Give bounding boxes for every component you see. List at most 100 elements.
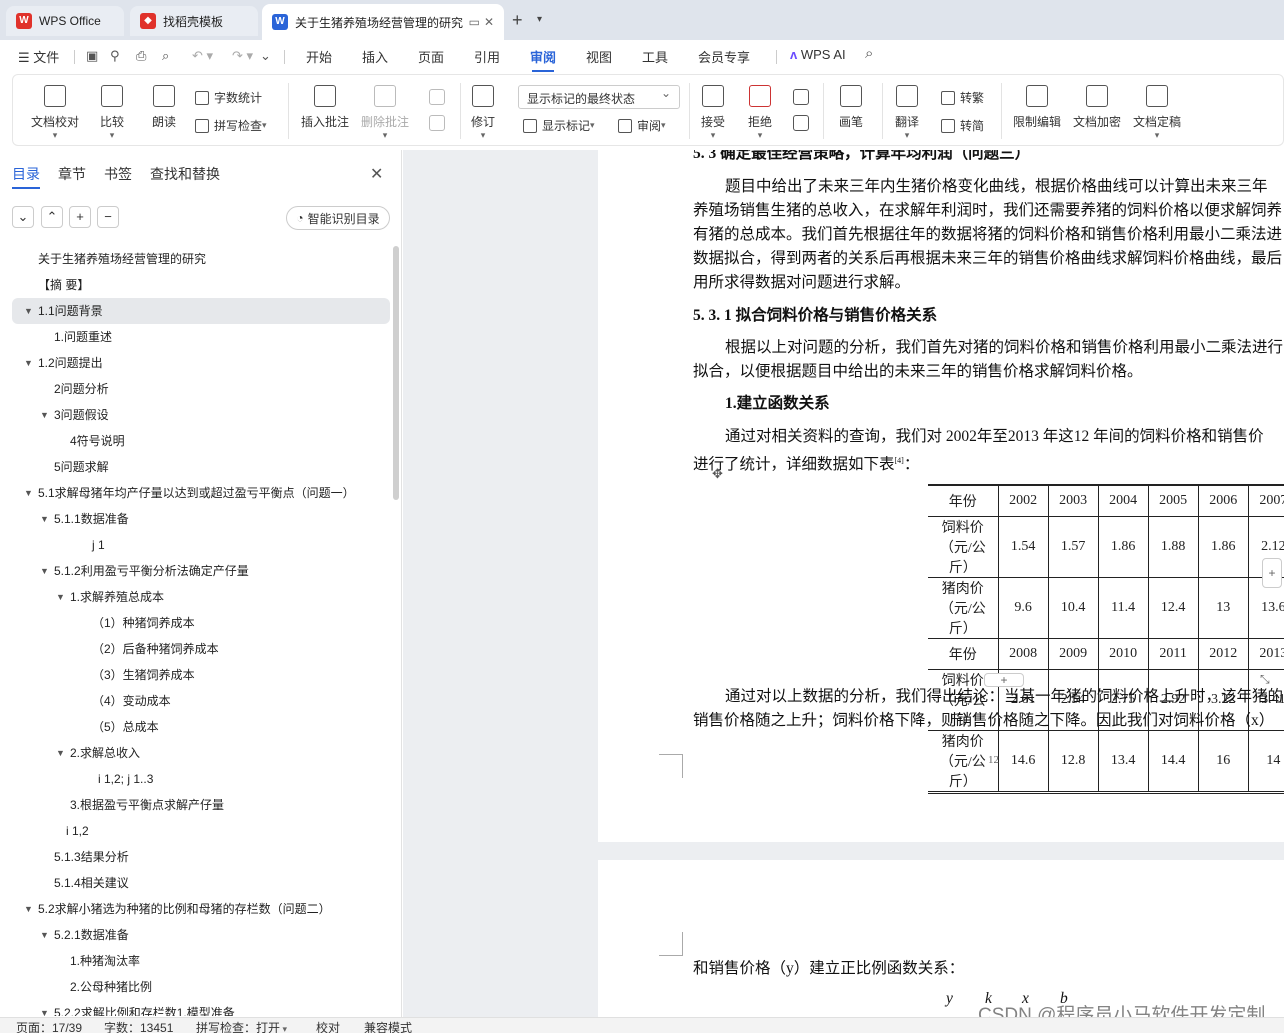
toc-item[interactable]: ▼ 5.2.2求解比例和存栏数1.模型准备	[0, 1000, 390, 1016]
expand-arrow-icon[interactable]: ▼	[56, 584, 65, 610]
row-header-cell[interactable]: 年份	[928, 484, 999, 517]
menu-start[interactable]: 开始	[306, 47, 332, 66]
word-count-button[interactable]: 字数统计	[195, 89, 262, 106]
smart-toc-button[interactable]: ◔ 智能识别目录	[286, 206, 390, 230]
toc-item[interactable]: i 1,2; j 1..3	[0, 766, 390, 792]
expand-arrow-icon[interactable]: ▼	[40, 558, 49, 584]
spell-check-status[interactable]: 拼写检查：打开	[196, 1019, 287, 1033]
menu-page[interactable]: 页面	[418, 47, 444, 66]
delete-comment-button[interactable]: 删除批注	[361, 85, 409, 141]
menu-references[interactable]: 引用	[474, 47, 500, 66]
share-icon[interactable]: ⚲	[110, 48, 120, 64]
table-cell[interactable]: 2002	[997, 484, 1049, 517]
spell-check-button[interactable]: 拼写检查	[195, 117, 267, 134]
read-aloud-button[interactable]: 朗读	[152, 85, 176, 130]
table-move-icon[interactable]: ✥	[712, 466, 723, 482]
expand-arrow-icon[interactable]: ▼	[56, 740, 65, 766]
show-markup-button[interactable]: 显示标记	[523, 117, 595, 134]
table-cell[interactable]: 12.8	[1047, 729, 1099, 793]
table-cell[interactable]: 13.4	[1097, 729, 1149, 793]
toc-item[interactable]: j 1	[0, 532, 390, 558]
review-pane-button[interactable]: 审阅	[618, 117, 666, 134]
word-count-status[interactable]: 字数：13451	[104, 1019, 173, 1033]
table-cell[interactable]: 2012	[1197, 637, 1249, 670]
track-changes-button[interactable]: 修订	[471, 85, 495, 141]
toc-item[interactable]: 5问题求解	[0, 454, 390, 480]
toc-item[interactable]: ▼ 5.2求解小猪选为种猪的比例和母猪的存栏数（问题二）	[0, 896, 390, 922]
add-column-icon[interactable]: +	[1262, 558, 1282, 588]
table-cell[interactable]: 2005	[1147, 484, 1199, 517]
citation[interactable]: [4]	[895, 456, 904, 465]
wps-ai-button[interactable]: ᴧ WPS AI	[790, 47, 846, 62]
remove-level-button[interactable]: −	[97, 206, 119, 228]
prev-comment-button[interactable]	[429, 89, 445, 111]
prev-change-button[interactable]	[793, 89, 809, 111]
menu-tools[interactable]: 工具	[642, 47, 668, 66]
tab-docer[interactable]: ◆ 找稻壳模板	[130, 6, 258, 36]
expand-arrow-icon[interactable]: ▼	[24, 298, 33, 324]
toc-item[interactable]: （1）种猪饲养成本	[0, 610, 390, 636]
finalize-button[interactable]: 文档定稿	[1133, 85, 1181, 141]
toc-item[interactable]: ▼ 3问题假设	[0, 402, 390, 428]
toc-item[interactable]: 5.1.4相关建议	[0, 870, 390, 896]
add-level-button[interactable]: +	[69, 206, 91, 228]
doc-check-button[interactable]: 文档校对	[31, 85, 79, 141]
toc-item[interactable]: ▼ 5.2.1数据准备	[0, 922, 390, 948]
toc-item[interactable]: 4符号说明	[0, 428, 390, 454]
toc-item[interactable]: （3）生猪饲养成本	[0, 662, 390, 688]
table-cell[interactable]: 2006	[1197, 484, 1249, 517]
table-cell[interactable]: 13	[1197, 576, 1249, 639]
toc-item[interactable]: （4）变动成本	[0, 688, 390, 714]
accept-button[interactable]: 接受	[701, 85, 725, 141]
insert-comment-button[interactable]: 插入批注	[301, 85, 349, 130]
toc-item[interactable]: ▼ 1.2问题提出	[0, 350, 390, 376]
expand-arrow-icon[interactable]: ▼	[24, 350, 33, 376]
tab-wps-office[interactable]: W WPS Office	[6, 6, 124, 36]
print-icon[interactable]: ⎙	[136, 48, 146, 64]
expand-arrow-icon[interactable]: ▼	[24, 480, 33, 506]
toc-item[interactable]: 关于生猪养殖场经营管理的研究	[0, 246, 390, 272]
proofread-status[interactable]: 校对	[316, 1019, 340, 1033]
toc-item[interactable]: 1.问题重述	[0, 324, 390, 350]
row-header-cell[interactable]: 饲料价（元/公斤）	[928, 515, 999, 578]
menu-review[interactable]: 审阅	[530, 47, 556, 72]
menu-view[interactable]: 视图	[586, 47, 612, 66]
table-cell[interactable]: 1.86	[1197, 515, 1249, 578]
redo-icon[interactable]: ↷ ▾	[232, 48, 253, 64]
to-simplified-button[interactable]: 转简	[941, 117, 984, 134]
expand-arrow-icon[interactable]: ▼	[40, 922, 49, 948]
toc-item[interactable]: ▼ 1.求解养殖总成本	[0, 584, 390, 610]
table-cell[interactable]: 1.57	[1047, 515, 1099, 578]
table-cell[interactable]: 2003	[1047, 484, 1099, 517]
restrict-editing-button[interactable]: 限制编辑	[1013, 85, 1061, 130]
table-cell[interactable]: 10.4	[1047, 576, 1099, 639]
table-cell[interactable]: 2008	[997, 637, 1049, 670]
table-cell[interactable]: 1.86	[1097, 515, 1149, 578]
file-menu[interactable]: ☰ 文件	[18, 47, 59, 66]
table-cell[interactable]: 2010	[1097, 637, 1149, 670]
print-preview-icon[interactable]: ⌕	[162, 48, 169, 64]
close-tab-icon[interactable]: ✕	[484, 15, 494, 29]
toc-item[interactable]: i 1,2	[0, 818, 390, 844]
pen-button[interactable]: 画笔	[839, 85, 863, 130]
table-cell[interactable]: 14.6	[997, 729, 1049, 793]
table-cell[interactable]: 14	[1247, 729, 1284, 793]
table-cell[interactable]: 11.4	[1097, 576, 1149, 639]
table-cell[interactable]: 2007	[1247, 484, 1284, 517]
table-cell[interactable]: 16	[1197, 729, 1249, 793]
toc-item[interactable]: 2问题分析	[0, 376, 390, 402]
expand-arrow-icon[interactable]: ▼	[40, 402, 49, 428]
tab-toc[interactable]: 目录	[12, 164, 40, 189]
toc-item[interactable]: ▼ 1.1问题背景	[12, 298, 390, 324]
menu-insert[interactable]: 插入	[362, 47, 388, 66]
encrypt-button[interactable]: 文档加密	[1073, 85, 1121, 130]
toc-scrollbar[interactable]	[393, 246, 399, 500]
tab-document[interactable]: W 关于生猪养殖场经营管理的研究 ▭ ✕	[262, 4, 504, 40]
table-cell[interactable]: 12.4	[1147, 576, 1199, 639]
table-cell[interactable]: 1.54	[997, 515, 1049, 578]
compare-button[interactable]: 比较	[100, 85, 124, 141]
translate-button[interactable]: 翻译	[895, 85, 919, 141]
reject-button[interactable]: 拒绝	[748, 85, 772, 141]
toc-item[interactable]: 5.1.3结果分析	[0, 844, 390, 870]
close-icon[interactable]: ✕	[370, 164, 383, 184]
